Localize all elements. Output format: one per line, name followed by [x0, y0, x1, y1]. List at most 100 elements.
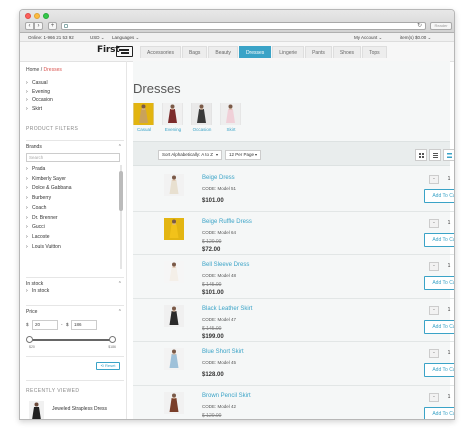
price-filter-header[interactable]: Price ⌃	[26, 304, 124, 315]
quantity-input[interactable]: 1	[441, 219, 454, 228]
brand-option[interactable]: › Dolce & Gabbana	[26, 184, 124, 194]
currency-selector[interactable]: USD ⌄	[90, 33, 105, 42]
subcategory-image[interactable]	[220, 103, 241, 125]
menu-item-lingerie[interactable]: Lingerie	[272, 46, 305, 58]
language-selector[interactable]: Languages ⌄	[112, 33, 139, 42]
product-image[interactable]	[164, 174, 184, 196]
add-to-cart-button[interactable]: Add To Cart	[424, 189, 454, 203]
address-bar[interactable]: ↻	[61, 22, 426, 30]
product-name[interactable]: Blue Short Skirt	[202, 349, 244, 355]
menu-item-dresses[interactable]: Dresses	[238, 46, 272, 58]
recently-viewed-item[interactable]: Jeweled Strapless Dress	[26, 400, 126, 419]
menu-item-pants[interactable]: Pants	[305, 46, 332, 58]
brands-filter-header[interactable]: Brands ⌃	[26, 140, 124, 150]
price-range-slider[interactable]: $20 $186	[26, 335, 116, 349]
recent-item-thumbnail[interactable]	[29, 400, 44, 419]
collapse-icon[interactable]: ⌃	[118, 144, 122, 150]
menu-item-tops[interactable]: Tops	[362, 46, 387, 58]
back-button[interactable]: ‹	[25, 22, 34, 30]
product-image[interactable]	[164, 217, 184, 240]
product-name[interactable]: Beige Dress	[202, 175, 235, 181]
quantity-decrease-button[interactable]: -	[429, 392, 439, 402]
add-to-cart-button[interactable]: Add To Cart	[424, 232, 454, 247]
reload-icon[interactable]: ↻	[417, 23, 422, 30]
slider-min-handle[interactable]	[26, 335, 33, 343]
per-page-select[interactable]: 12 Per Page ▾	[225, 150, 261, 160]
quantity-decrease-button[interactable]: -	[429, 218, 439, 228]
menu-item-accessories[interactable]: Accessories	[140, 46, 181, 58]
subcategory-image[interactable]	[191, 103, 212, 125]
product-image[interactable]	[164, 348, 184, 370]
price-max-input[interactable]: 186	[71, 319, 97, 330]
product-name[interactable]: Beige Ruffle Dress	[202, 219, 252, 225]
add-to-cart-button[interactable]: Add To Cart	[424, 319, 454, 334]
product-name[interactable]: Black Leather Skirt	[202, 306, 252, 312]
subcategory-image[interactable]	[133, 103, 154, 125]
slider-track[interactable]	[29, 338, 113, 341]
instock-option[interactable]: › In stock	[26, 287, 126, 297]
price-min-input[interactable]: 20	[32, 319, 58, 330]
reset-filters-button[interactable]: ⟲ Reset	[96, 361, 120, 370]
product-image[interactable]	[164, 391, 184, 414]
add-to-cart-button[interactable]: Add To Cart	[424, 406, 454, 419]
forward-button[interactable]: ›	[34, 22, 43, 30]
quantity-decrease-button[interactable]: -	[429, 349, 439, 358]
product-name[interactable]: Bell Sleeve Dress	[202, 262, 249, 268]
category-link-casual[interactable]: › Casual	[26, 79, 126, 88]
instock-filter-header[interactable]: In stock ⌃	[26, 277, 124, 287]
product-name[interactable]: Brown Pencil Skirt	[202, 393, 251, 399]
new-tab-button[interactable]: +	[48, 22, 57, 30]
minimize-window-button[interactable]	[34, 13, 40, 19]
quantity-decrease-button[interactable]: -	[429, 262, 439, 271]
brand-option[interactable]: › Prada	[26, 165, 124, 175]
subcategory-label[interactable]: Skirt	[220, 127, 242, 132]
brand-option[interactable]: › Louis Vuitton	[26, 243, 124, 253]
scrollbar-thumb[interactable]	[119, 171, 123, 211]
reader-button[interactable]: Reader	[430, 22, 452, 30]
quantity-decrease-button[interactable]: -	[429, 305, 439, 315]
collapse-icon[interactable]: ⌃	[118, 281, 122, 287]
subcategory-label[interactable]: Evening	[162, 127, 184, 132]
add-to-cart-button[interactable]: Add To Cart	[424, 276, 454, 290]
grid-view-button[interactable]	[415, 149, 427, 161]
brand-option[interactable]: › Burberry	[26, 194, 124, 204]
brand-option[interactable]: › Gucci	[26, 223, 124, 233]
brand-option[interactable]: › Kimberly Sayer	[26, 175, 124, 185]
brand-search-input[interactable]: Search	[26, 153, 120, 162]
product-image[interactable]	[164, 261, 184, 283]
category-link-evening[interactable]: › Evening	[26, 88, 126, 97]
sort-select[interactable]: Sort Alphabetically: A to Z ▾	[158, 150, 222, 160]
brand-option[interactable]: › Dr. Brenner	[26, 214, 124, 224]
menu-item-bags[interactable]: Bags	[181, 46, 208, 58]
quantity-input[interactable]: 1	[441, 393, 454, 402]
list-view-button[interactable]	[429, 149, 441, 161]
maximize-window-button[interactable]	[43, 13, 49, 19]
compact-list-view-button[interactable]	[443, 149, 454, 161]
brand-option[interactable]: › Coach	[26, 204, 124, 214]
subcategory-casual[interactable]: Casual	[133, 103, 155, 132]
subcategory-label[interactable]: Casual	[133, 127, 155, 132]
quantity-input[interactable]: 1	[441, 262, 454, 271]
subcategory-occasion[interactable]: Occasion	[191, 103, 213, 132]
category-link-skirt[interactable]: › Skirt	[26, 105, 126, 114]
recent-item-name[interactable]: Jeweled Strapless Dress	[52, 406, 107, 412]
quantity-input[interactable]: 1	[441, 175, 454, 184]
menu-item-beauty[interactable]: Beauty	[208, 46, 238, 58]
menu-item-shoes[interactable]: Shoes	[332, 46, 362, 58]
breadcrumb-home[interactable]: Home	[26, 67, 39, 73]
cart-summary[interactable]: item(s) $0.00 ⌄	[400, 33, 431, 42]
collapse-icon[interactable]: ⌃	[118, 309, 122, 315]
category-link-occasion[interactable]: › Occasion	[26, 96, 126, 105]
subcategory-evening[interactable]: Evening	[162, 103, 184, 132]
quantity-input[interactable]: 1	[441, 306, 454, 315]
quantity-decrease-button[interactable]: -	[429, 175, 439, 184]
my-account-menu[interactable]: My Account ⌄	[354, 33, 382, 42]
product-image[interactable]	[164, 304, 184, 327]
subcategory-image[interactable]	[162, 103, 183, 125]
quantity-input[interactable]: 1	[441, 349, 454, 358]
close-window-button[interactable]	[25, 13, 31, 19]
slider-max-handle[interactable]	[109, 335, 116, 343]
subcategory-label[interactable]: Occasion	[191, 127, 213, 132]
subcategory-skirt[interactable]: Skirt	[220, 103, 242, 132]
add-to-cart-button[interactable]: Add To Cart	[424, 363, 454, 377]
